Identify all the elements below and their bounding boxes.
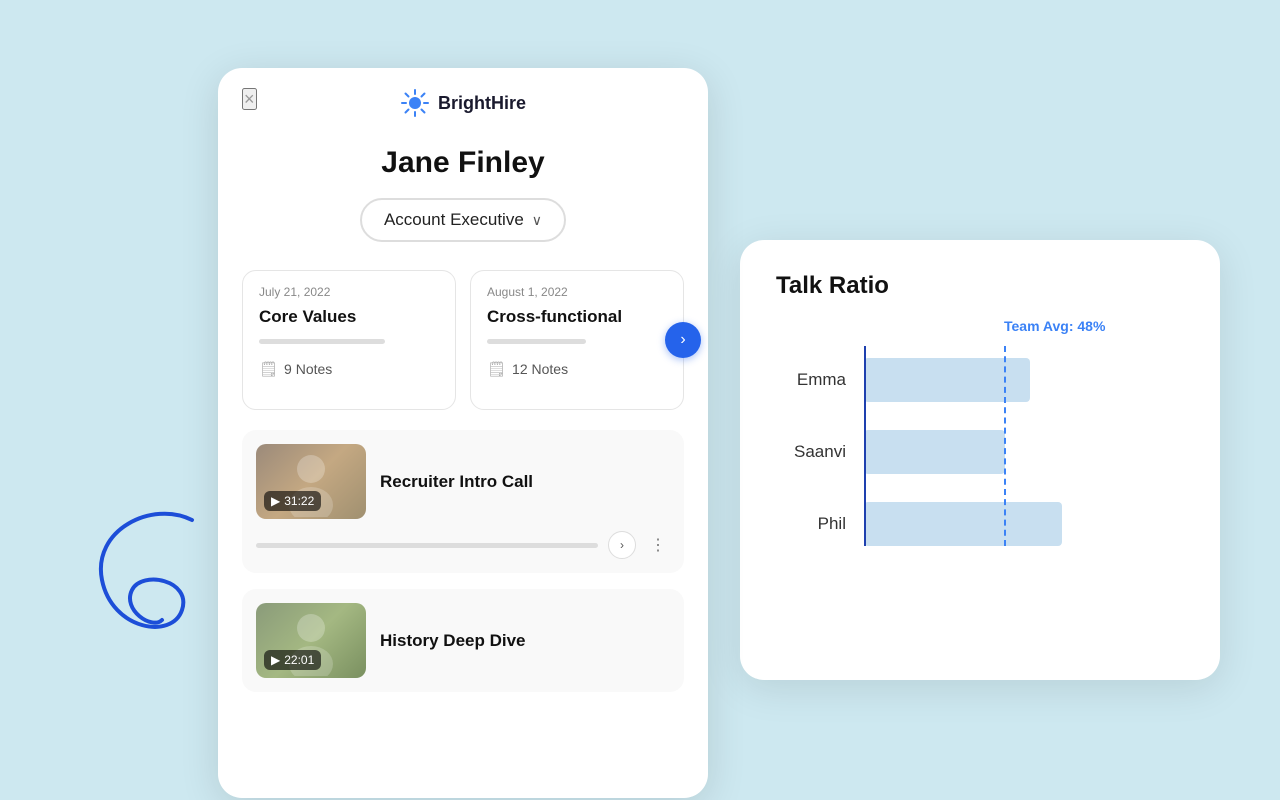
video-nav-button-1[interactable]: › — [608, 531, 636, 559]
play-icon-2: ▶ — [271, 653, 280, 667]
chart-row-emma: Emma — [776, 358, 1184, 402]
chart-row-saanvi: Saanvi — [776, 430, 1184, 474]
team-avg-line — [1004, 346, 1006, 546]
video-item-1[interactable]: ▶ 31:22 Recruiter Intro Call › ⋮ — [242, 430, 684, 573]
chart-bar-container-saanvi — [864, 430, 1184, 474]
interview-title-1: Core Values — [259, 307, 439, 327]
candidate-name: Jane Finley — [218, 146, 708, 180]
interview-cards-row: July 21, 2022 Core Values 🗒 9 Notes Augu… — [218, 270, 708, 410]
logo-area: BrightHire — [400, 88, 526, 118]
video-progress-1 — [256, 543, 598, 548]
interview-card-2[interactable]: August 1, 2022 Cross-functional 🗒 12 Not… — [470, 270, 684, 410]
baseline-line — [864, 346, 866, 546]
video-more-button-1[interactable]: ⋮ — [646, 531, 670, 559]
chevron-down-icon: ∨ — [532, 212, 542, 229]
notes-icon-1: 🗒 — [259, 360, 278, 378]
main-panel: × BrightHire Jane Finley Account Executi… — [218, 68, 708, 798]
video-top-1: ▶ 31:22 Recruiter Intro Call — [256, 444, 670, 519]
chart-bar-container-emma — [864, 358, 1184, 402]
video-title-1: Recruiter Intro Call — [380, 472, 533, 492]
chart-bar-saanvi — [864, 430, 1005, 474]
video-list: ▶ 31:22 Recruiter Intro Call › ⋮ — [218, 430, 708, 708]
chart-label-emma: Emma — [776, 370, 846, 390]
interview-notes-1: 🗒 9 Notes — [259, 360, 439, 378]
interview-bar-1 — [259, 339, 385, 344]
video-title-2: History Deep Dive — [380, 631, 526, 651]
chart-area: Team Avg: 48% Emma Saanvi Phil — [776, 328, 1184, 546]
interview-bar-2 — [487, 339, 586, 344]
interview-card-1[interactable]: July 21, 2022 Core Values 🗒 9 Notes — [242, 270, 456, 410]
video-bottom-1: › ⋮ — [256, 529, 670, 559]
chart-label-phil: Phil — [776, 514, 846, 534]
chart-label-saanvi: Saanvi — [776, 442, 846, 462]
role-text: Account Executive — [384, 210, 524, 230]
chart-panel: Talk Ratio Team Avg: 48% Emma Saanvi — [740, 240, 1220, 680]
chart-rows: Emma Saanvi Phil — [776, 328, 1184, 546]
video-top-2: ▶ 22:01 History Deep Dive — [256, 603, 670, 678]
video-item-2[interactable]: ▶ 22:01 History Deep Dive — [242, 589, 684, 692]
chart-row-phil: Phil — [776, 502, 1184, 546]
team-avg-label: Team Avg: 48% — [1004, 318, 1105, 334]
decorative-swirl — [72, 490, 232, 690]
close-button[interactable]: × — [242, 88, 257, 110]
play-icon-1: ▶ — [271, 494, 280, 508]
chart-title: Talk Ratio — [776, 272, 1184, 300]
app-name: BrightHire — [438, 93, 526, 114]
brighthire-logo-icon — [400, 88, 430, 118]
interview-date-2: August 1, 2022 — [487, 285, 667, 299]
interview-date-1: July 21, 2022 — [259, 285, 439, 299]
play-button-2[interactable]: ▶ 22:01 — [264, 650, 321, 670]
interview-notes-2: 🗒 12 Notes — [487, 360, 667, 378]
role-dropdown[interactable]: Account Executive ∨ — [360, 198, 566, 242]
panel-header: × BrightHire — [218, 68, 708, 118]
chart-bar-container-phil — [864, 502, 1184, 546]
play-button-1[interactable]: ▶ 31:22 — [264, 491, 321, 511]
video-thumbnail-1: ▶ 31:22 — [256, 444, 366, 519]
interview-card-arrow[interactable]: › — [665, 322, 701, 358]
video-thumbnail-2: ▶ 22:01 — [256, 603, 366, 678]
notes-icon-2: 🗒 — [487, 360, 506, 378]
interview-title-2: Cross-functional — [487, 307, 667, 327]
chart-bar-phil — [864, 502, 1062, 546]
